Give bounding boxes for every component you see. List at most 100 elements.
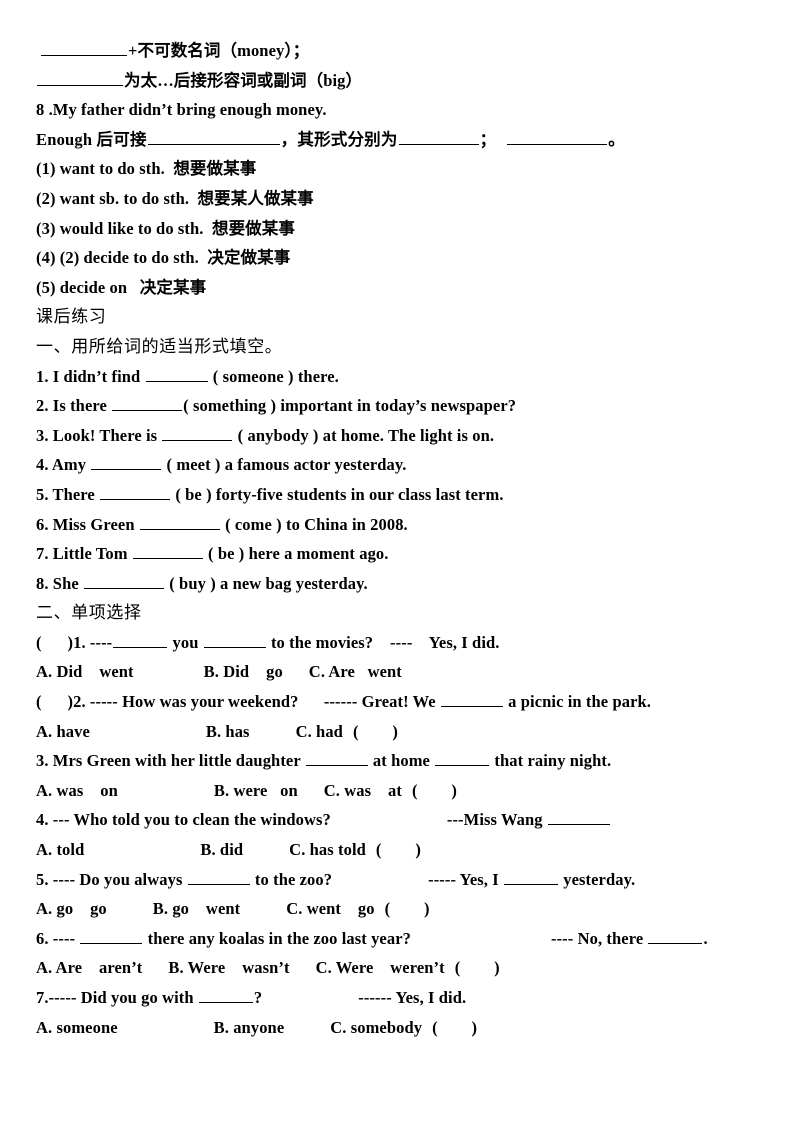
question-text-after: ( someone ) there. — [208, 366, 339, 386]
fill-blank[interactable] — [113, 632, 168, 648]
fill-blank[interactable] — [100, 484, 171, 500]
fill-blank[interactable] — [41, 40, 127, 56]
option-b[interactable]: B. anyone — [214, 1018, 285, 1037]
option-c[interactable]: C. somebody — [330, 1018, 422, 1037]
fill-blank[interactable] — [504, 868, 559, 885]
answer-box[interactable]: ( ) — [385, 899, 430, 918]
fill-blank[interactable] — [80, 928, 143, 944]
note-line-2: 为太…后接形容词或副词（big） — [36, 66, 770, 96]
enough-label: Enough 后可接 — [36, 129, 147, 149]
section-two-heading: 二、单项选择 — [36, 603, 142, 623]
mc-question-6: 6. ---- there any koalas in the zoo last… — [36, 924, 770, 954]
answer-box[interactable]: ( ) — [432, 1018, 477, 1037]
question-text-after: ( be ) here a moment ago. — [203, 544, 389, 564]
mc-q7-text-b: ? — [253, 988, 263, 1007]
fill-blank[interactable] — [398, 129, 479, 145]
mc-q3-text-b: at home — [368, 751, 435, 771]
mc-q7-text-a: 7.----- Did you go with — [36, 988, 198, 1007]
enough-period: 。 — [608, 129, 625, 149]
fill-blank[interactable] — [187, 868, 250, 885]
fill-blank[interactable] — [162, 425, 233, 441]
answer-box[interactable]: ( ) — [455, 958, 500, 977]
answer-box[interactable]: ( ) — [412, 781, 457, 800]
mc-question-3: 3. Mrs Green with her little daughter at… — [36, 746, 770, 776]
option-a[interactable]: A. go go — [36, 899, 107, 918]
answer-box[interactable]: ( ) — [376, 840, 421, 859]
option-a[interactable]: A. someone — [36, 1018, 118, 1037]
question-text-before: I didn’t find — [48, 366, 145, 386]
practice-heading: 课后练习 — [36, 307, 107, 327]
option-b[interactable]: B. Did go — [204, 662, 283, 681]
question-text-after: ( something ) important in today’s newsp… — [183, 396, 517, 416]
option-b[interactable]: B. Were wasn’t — [168, 958, 289, 977]
question-number: 5. — [36, 484, 49, 504]
mc-options-3: A. was on B. were on C. was at ( ) — [36, 776, 770, 806]
option-c[interactable]: C. went go — [286, 899, 374, 918]
option-b[interactable]: B. did — [200, 840, 243, 859]
question-number: 6. — [36, 514, 49, 534]
mc-q4-text-a: 4. --- Who told you to clean the windows… — [36, 810, 331, 830]
option-a[interactable]: A. have — [36, 722, 90, 741]
note-item: (5) decide on 决定某事 — [36, 277, 207, 297]
question-text-before: Amy — [48, 455, 91, 475]
answer-paren-close: )1. ---- — [67, 632, 113, 652]
mc-q5-text-c: ----- Yes, I — [428, 869, 504, 889]
fill-blank[interactable] — [305, 750, 368, 767]
mc-q6-text-c: ---- No, there — [550, 928, 648, 948]
answer-box[interactable]: ( ) — [353, 722, 398, 741]
fill-blank[interactable] — [435, 750, 490, 767]
fill-blank[interactable] — [132, 543, 203, 560]
mc-q4-text-b: ---Miss Wang — [446, 810, 547, 830]
fill-blank[interactable] — [91, 454, 162, 471]
section-one-heading: 一、用所给词的适当形式填空。 — [36, 336, 283, 356]
fill-blank[interactable] — [139, 513, 220, 530]
fill-blank[interactable] — [147, 129, 280, 145]
mc-options-5: A. go go B. go went C. went go ( ) — [36, 894, 770, 924]
option-a[interactable]: A. was on — [36, 781, 118, 800]
option-c[interactable]: C. was at — [324, 781, 402, 800]
fill-blank[interactable] — [203, 632, 266, 648]
option-b[interactable]: B. has — [206, 722, 250, 741]
option-b[interactable]: B. go went — [153, 899, 240, 918]
mc-q3-text-c: that rainy night. — [490, 751, 612, 771]
note-line-1-text: +不可数名词（money）； — [128, 41, 310, 60]
note-line-2-text: 为太…后接形容词或副词（big） — [124, 70, 363, 90]
fill-blank[interactable] — [198, 987, 253, 1003]
mc-q3-text-a: 3. Mrs Green with her little daughter — [36, 751, 305, 771]
fill-blank[interactable] — [440, 691, 503, 708]
fill-blank[interactable] — [547, 809, 610, 826]
option-c[interactable]: C. had — [296, 722, 343, 741]
mc-options-6: A. Are aren’t B. Were wasn’t C. Were weren… — [36, 953, 770, 983]
question-number: 3. — [36, 425, 49, 445]
fill-blank[interactable] — [507, 129, 608, 145]
fill-blank[interactable] — [648, 928, 703, 944]
option-c[interactable]: C. Were weren’t — [316, 958, 445, 977]
question-7: 7. Little Tom ( be ) here a moment ago. — [36, 539, 770, 569]
option-a[interactable]: A. told — [36, 840, 84, 859]
mc-q6-text-d: . — [703, 928, 708, 948]
option-b[interactable]: B. were on — [214, 781, 298, 800]
mc-options-7: A. someone B. anyone C. somebody ( ) — [36, 1013, 770, 1043]
mc-q2-tail: a picnic in the park. — [503, 692, 652, 712]
note-item: (3) would like to do sth. 想要做某事 — [36, 218, 295, 238]
mc-question-1: ()1. ---- you to the movies? ---- Yes, I… — [36, 628, 770, 658]
option-c[interactable]: C. Are went — [309, 662, 402, 681]
mc-options-4: A. told B. did C. has told ( ) — [36, 835, 770, 865]
question-6: 6. Miss Green ( come ) to China in 2008. — [36, 510, 770, 540]
fill-blank[interactable] — [37, 69, 123, 86]
question-text-after: ( anybody ) at home. The light is on. — [233, 425, 495, 445]
option-c[interactable]: C. has told — [289, 840, 366, 859]
option-a[interactable]: A. Did went — [36, 662, 134, 681]
note-item: (1) want to do sth. 想要做某事 — [36, 159, 257, 179]
mc-q5-text-d: yesterday. — [559, 869, 636, 889]
fill-blank[interactable] — [112, 395, 183, 412]
fill-blank[interactable] — [84, 573, 165, 589]
document-page: +不可数名词（money）； 为太…后接形容词或副词（big） 8 .My fa… — [0, 0, 794, 1123]
enough-semi: ； — [479, 129, 497, 149]
option-a[interactable]: A. Are aren’t — [36, 958, 142, 977]
mc-question-5: 5. ---- Do you always to the zoo? ----- Y… — [36, 865, 770, 895]
question-text-before: Look! There is — [48, 425, 162, 445]
fill-blank[interactable] — [145, 365, 208, 382]
note-line-3: 8 .My father didn’t bring enough money. — [36, 100, 327, 120]
question-1: 1. I didn’t find ( someone ) there. — [36, 362, 770, 392]
